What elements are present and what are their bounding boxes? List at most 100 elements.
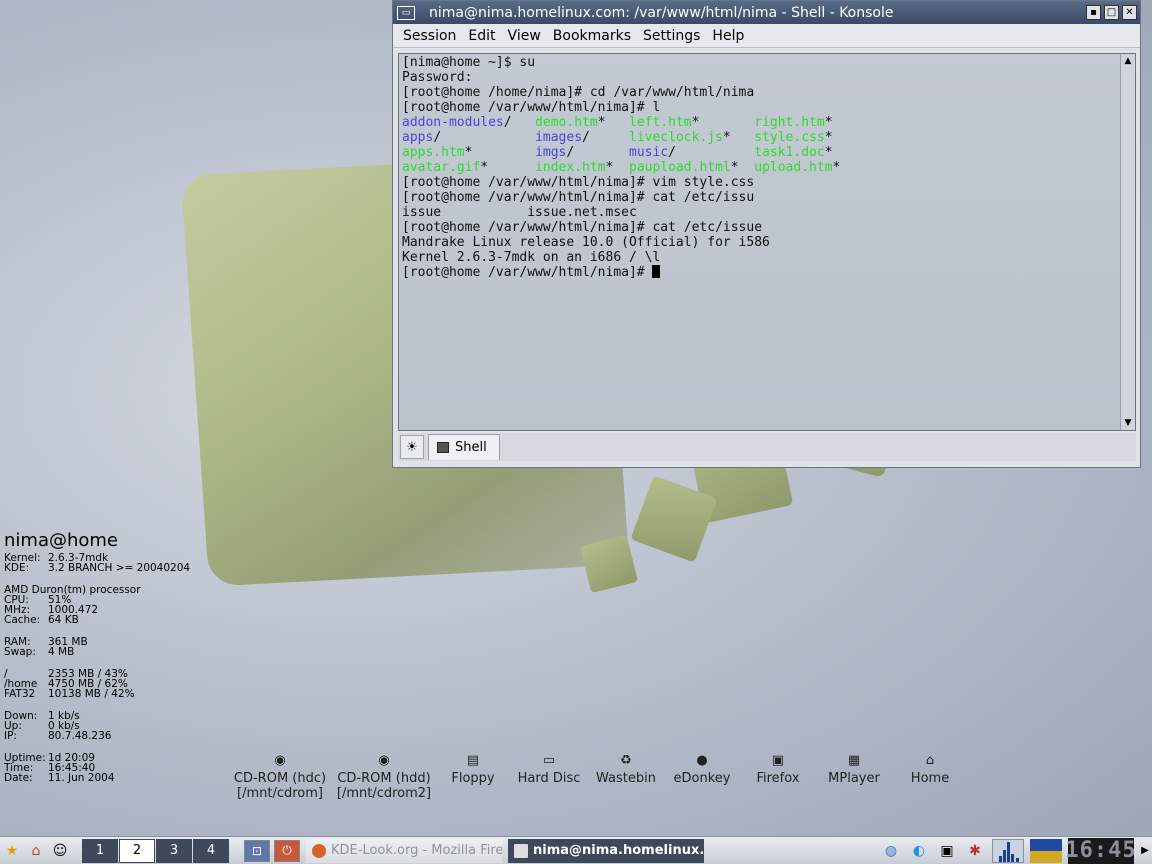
sysinfo-key: Cache: (4, 614, 41, 626)
sysinfo-row: IP: 80.7.48.236 (4, 730, 190, 742)
monitor-icon[interactable]: ▣ (936, 843, 958, 859)
terminal-line: [root@home /var/www/html/nima]# vim styl… (402, 175, 755, 190)
sysinfo-row: Cache: 64 KB (4, 614, 190, 626)
desktop-icon-home[interactable]: ⌂ Home (892, 752, 968, 801)
bug-icon[interactable]: ✱ (964, 843, 986, 859)
taskbar-task[interactable]: nima@nima.homelinux. (508, 838, 704, 863)
menu-edit[interactable]: Edit (462, 28, 501, 44)
terminal-line: Kernel 2.6.3-7mdk on an i686 / \l (402, 250, 661, 265)
terminal-line: Password: (402, 70, 473, 85)
kde-panel: ★ ⌂ ☺ 1234 ⊡ ⏻ KDE-Look.org - Mozilla Fi… (0, 836, 1152, 864)
konsole-window[interactable]: ▭ nima@nima.homelinux.com: /var/www/html… (392, 0, 1141, 468)
menu-view[interactable]: View (502, 28, 547, 44)
network-icon[interactable]: ◍ (880, 843, 902, 859)
mozilla-icon (312, 843, 326, 858)
window-titlebar[interactable]: ▭ nima@nima.homelinux.com: /var/www/html… (393, 1, 1140, 24)
edonkey-icon: ● (696, 752, 708, 768)
tux-icon[interactable]: ☺ (48, 838, 72, 864)
tab-shell-label: Shell (455, 440, 487, 455)
sysinfo-row: Date: 11. Jun 2004 (4, 772, 190, 784)
sysinfo-value: 80.7.48.236 (48, 730, 112, 742)
sysinfo-value: 10138 MB / 42% (48, 688, 135, 700)
terminal-line: [nima@home ~]$ su (402, 55, 536, 70)
sysinfo-value: 4 MB (48, 646, 75, 658)
firefox-icon: ▣ (771, 752, 785, 768)
desktop-icon-edonkey[interactable]: ● eDonkey (664, 752, 740, 801)
desktop-icon-label: eDonkey (673, 771, 731, 786)
close-button[interactable]: ✕ (1122, 5, 1137, 20)
task-label: nima@nima.homelinux. (533, 843, 704, 858)
konsole-icon (514, 843, 528, 858)
desktop-icon-label: Firefox (756, 771, 800, 786)
home-icon[interactable]: ⌂ (24, 838, 48, 864)
terminal-line: Mandrake Linux release 10.0 (Official) f… (402, 235, 770, 250)
menu-settings[interactable]: Settings (637, 28, 706, 44)
task-list: KDE-Look.org - Mozilla Fire nima@nima.hom… (300, 838, 704, 863)
session-tabbar: ☀ Shell (398, 433, 1136, 461)
desktop-icon-floppy[interactable]: ▤ Floppy (436, 752, 510, 801)
terminal-line: [root@home /home/nima]# cd /var/www/html… (402, 85, 755, 100)
sysinfo-key: Date: (4, 772, 33, 784)
desktop-icon-mplayer[interactable]: ▦ MPlayer (816, 752, 892, 801)
panel-clock[interactable]: 16:45 (1065, 837, 1136, 864)
minimize-button[interactable]: ▪ (1086, 5, 1101, 20)
menu-help[interactable]: Help (706, 28, 750, 44)
pager-desktop-3[interactable]: 3 (156, 838, 192, 863)
pager-desktop-4[interactable]: 4 (193, 838, 229, 863)
maximize-button[interactable]: □ (1104, 5, 1119, 20)
sysinfo-value: 3.2 BRANCH >= 20040204 (48, 562, 191, 574)
terminal-scrollbar[interactable]: ▲ ▼ (1120, 54, 1135, 430)
taskbar-task[interactable]: KDE-Look.org - Mozilla Fire (306, 838, 502, 863)
sysinfo-row: KDE: 3.2 BRANCH >= 20040204 (4, 562, 191, 574)
desktop-icon-firefox[interactable]: ▣ Firefox (740, 752, 816, 801)
sysinfo-row: FAT32 10138 MB / 42% (4, 688, 190, 700)
terminal-line: addon-modules/ demo.htm* left.htm* right… (402, 115, 833, 130)
desktop-icon-hard-disc[interactable]: ▭ Hard Disc (510, 752, 588, 801)
terminal-line: apps.htm* imgs/ music/ task1.doc* (402, 145, 833, 160)
sysinfo-value: 11. Jun 2004 (48, 772, 115, 784)
terminal-line: [root@home /var/www/html/nima]# cat /etc… (402, 220, 763, 235)
mplayer-icon: ▦ (847, 752, 861, 768)
memory-monitor[interactable] (1030, 838, 1062, 863)
tab-shell[interactable]: Shell (428, 434, 500, 460)
konsole-app-icon[interactable]: ▭ (397, 5, 415, 20)
desktop-icon-label: Floppy (451, 771, 495, 786)
new-session-button[interactable]: ☀ (400, 435, 424, 459)
pager-desktop-1[interactable]: 1 (82, 838, 118, 863)
desktop-icon-wastebin[interactable]: ♻ Wastebin (588, 752, 664, 801)
terminal-line: avatar.gif* index.htm* paupload.html* up… (402, 160, 841, 175)
sysinfo-processor: AMD Duron(tm) processor (4, 584, 141, 596)
sysinfo-key: Swap: (4, 646, 36, 658)
desktop-icon-label: [/mnt/cdrom2] (336, 786, 432, 801)
desktop-icon-label: Hard Disc (517, 771, 581, 786)
scroll-up-icon[interactable]: ▲ (1121, 54, 1135, 68)
sysinfo-panel: nima@home Kernel: 2.6.3-7mdk KDE: 3.2 BRANC… (4, 530, 190, 783)
harddisk-icon: ▭ (542, 752, 556, 768)
system-tray: ◍ ◐ ▣ ✱ 16:45 ▶ (880, 837, 1152, 864)
cpu-load-monitor[interactable] (992, 838, 1024, 863)
sysinfo-title: nima@home (4, 530, 119, 551)
scroll-down-icon[interactable]: ▼ (1121, 416, 1135, 430)
sysinfo-key: IP: (4, 730, 17, 742)
logout-icon[interactable]: ⏻ (274, 839, 300, 862)
desktop-icon-cd-rom-hdd-[interactable]: ◉ CD-ROM (hdd) [/mnt/cdrom2] (332, 752, 436, 802)
lock-screen-icon[interactable]: ⊡ (244, 839, 270, 862)
pager-desktop-2[interactable]: 2 (119, 838, 155, 863)
lock-logout-buttons: ⊡ ⏻ (244, 839, 300, 862)
panel-expand-arrow[interactable]: ▶ (1140, 845, 1150, 856)
globe-icon[interactable]: ◐ (908, 843, 930, 859)
terminal-output[interactable]: [nima@home ~]$ su Password: [root@home /ho… (399, 54, 1120, 430)
sysinfo-key: FAT32 (4, 688, 36, 700)
sysinfo-row: Down: 1 kb/s (4, 711, 190, 722)
desktop-icon-cd-rom-hdc-[interactable]: ◉ CD-ROM (hdc) [/mnt/cdrom] (228, 752, 332, 802)
terminal-area[interactable]: [nima@home ~]$ su Password: [root@home /ho… (398, 53, 1136, 431)
terminal-line: [root@home /var/www/html/nima]# (402, 265, 1117, 280)
desktop-icon-label: MPlayer (828, 771, 880, 786)
task-label: KDE-Look.org - Mozilla Fire (331, 843, 502, 858)
home-icon: ⌂ (925, 752, 935, 768)
desktop-icon-label: Home (910, 771, 950, 786)
terminal-cursor (652, 265, 661, 278)
menu-bookmarks[interactable]: Bookmarks (547, 28, 637, 44)
kmenu-star-icon[interactable]: ★ (0, 838, 24, 864)
menu-session[interactable]: Session (397, 28, 462, 44)
